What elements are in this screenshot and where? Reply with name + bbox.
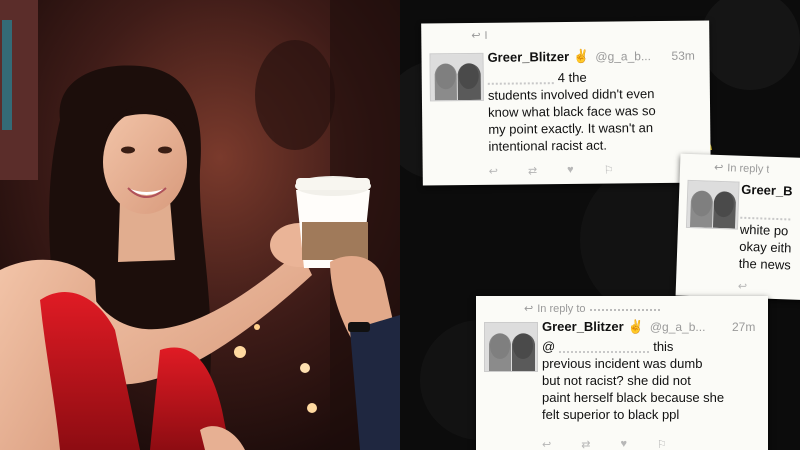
photo-woman-coffee <box>0 0 400 450</box>
timestamp: 53m <box>671 48 695 63</box>
tweet-text: @ this previous incident was dumb but not… <box>542 339 725 422</box>
reply-arrow-icon: ↩ <box>471 29 481 42</box>
username[interactable]: Greer_Blitzer ✌ @g_a_b... <box>542 319 705 335</box>
like-icon[interactable]: ♥ <box>567 164 574 177</box>
avatar <box>484 322 538 372</box>
tweet-actions: ↩ <box>738 280 748 293</box>
reply-icon[interactable]: ↩ <box>489 165 498 178</box>
tweet-actions: ↩ ⇄ ♥ ⚐ <box>542 438 667 450</box>
tweet-card-3: ↩ In reply to Greer_Blitzer ✌ @g_a_b... 27m… <box>476 296 768 450</box>
reply-icon[interactable]: ↩ <box>542 438 551 450</box>
avatar <box>429 52 484 102</box>
tweet-card-2: ↩ In reply t Greer_B white po okay eith t… <box>675 153 800 301</box>
reply-arrow-icon: ↩ <box>713 161 724 175</box>
reply-line: ↩ In reply to <box>524 302 660 316</box>
reply-prefix: I <box>484 29 488 42</box>
tweet-collage: ↩ I Greer_Blitzer ✌ @g_a_b... 53m 4 the stu… <box>400 0 800 450</box>
like-icon[interactable]: ♥ <box>620 438 627 450</box>
tweet-text: 4 the students involved didn't even know… <box>487 69 656 154</box>
redacted-text <box>740 208 791 221</box>
reply-icon[interactable]: ↩ <box>738 280 748 293</box>
avatar <box>685 179 740 230</box>
retweet-icon[interactable]: ⇄ <box>581 438 590 450</box>
timestamp: 27m <box>732 320 756 334</box>
tweet-actions: ↩ ⇄ ♥ ⚐ <box>489 164 614 178</box>
username[interactable]: Greer_B <box>741 182 793 199</box>
hand-emoji-icon: ✌ <box>573 48 590 64</box>
reply-arrow-icon: ↩ <box>524 303 534 315</box>
redacted-text <box>559 343 650 353</box>
more-icon[interactable]: ⚐ <box>604 164 614 177</box>
username[interactable]: Greer_Blitzer ✌ @g_a_b... <box>487 48 651 66</box>
retweet-icon[interactable]: ⇄ <box>528 164 537 177</box>
more-icon[interactable]: ⚐ <box>657 438 667 450</box>
handle: @g_a_b... <box>649 320 706 334</box>
hand-emoji-icon: ✌ <box>627 319 644 334</box>
handle: @g_a_b... <box>595 49 651 64</box>
redacted-text <box>589 307 660 312</box>
redacted-text <box>487 73 554 85</box>
tweet-text: white po okay eith the news <box>738 204 794 274</box>
tweet-card-1: ↩ I Greer_Blitzer ✌ @g_a_b... 53m 4 the stu… <box>421 20 711 186</box>
reply-line: ↩ I <box>471 29 487 43</box>
reply-line: ↩ In reply t <box>713 161 770 176</box>
